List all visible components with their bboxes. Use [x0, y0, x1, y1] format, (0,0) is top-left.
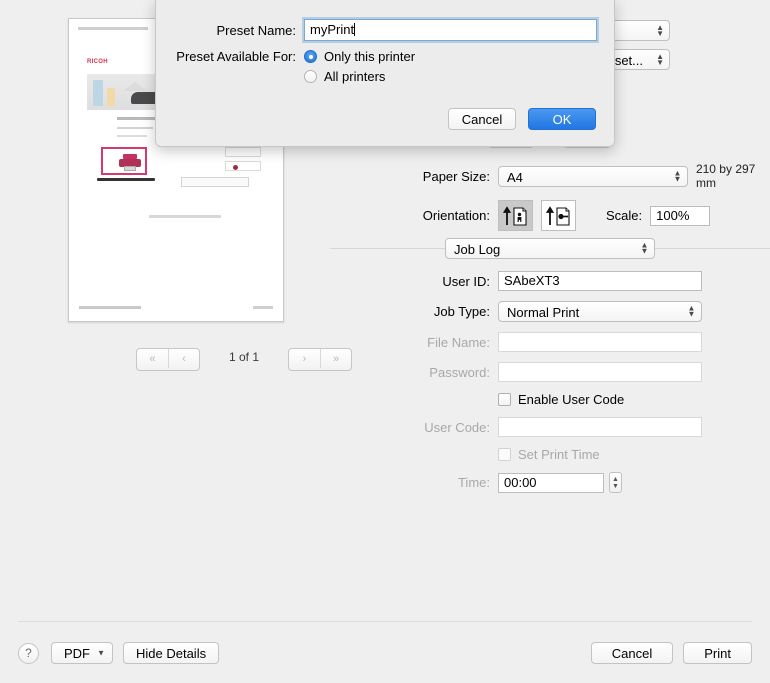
time-input[interactable]: 00:00	[498, 472, 604, 493]
cancel-button[interactable]: Cancel	[590, 642, 674, 664]
landscape-icon	[545, 205, 570, 226]
time-label: Time:	[457, 475, 490, 490]
set-print-time-row: Set Print Time	[330, 447, 770, 462]
enable-user-code-checkbox[interactable]	[498, 393, 511, 406]
file-name-label: File Name:	[427, 334, 490, 350]
chevron-down-icon: ▼	[612, 482, 619, 490]
preview-text-line	[117, 135, 147, 137]
preview-header-line	[78, 27, 148, 30]
job-type-row: Job Type: Normal Print ▲ ▼	[330, 301, 770, 322]
preview-footer-url	[79, 306, 141, 309]
preset-available-row: Preset Available For: Only this printer	[156, 49, 614, 64]
orientation-landscape-button[interactable]	[541, 200, 576, 231]
pdf-menu-button[interactable]: PDF ▼	[51, 642, 113, 664]
preset-name-input[interactable]: myPrint	[304, 19, 597, 41]
next-page-button[interactable]: ›	[289, 349, 320, 368]
time-row: Time: 00:00 ▲ ▼	[330, 472, 770, 493]
print-pane-popup[interactable]: Job Log ▲ ▼	[445, 237, 655, 259]
preview-side-box	[225, 147, 261, 157]
file-name-input	[498, 332, 702, 352]
user-id-label: User ID:	[442, 273, 490, 289]
radio-only-this-printer-label: Only this printer	[324, 49, 416, 64]
radio-all-printers[interactable]	[304, 70, 317, 83]
paper-size-row: Paper Size: A4 ▲ ▼ 210 by 297 mm	[330, 162, 770, 190]
help-button[interactable]: ?	[18, 642, 39, 664]
text-cursor	[354, 23, 356, 36]
preview-dot-marker	[233, 165, 238, 170]
scale-label: Scale:	[606, 208, 643, 223]
paper-size-label: Paper Size:	[422, 168, 490, 184]
dialog-bottom-bar: ? PDF ▼ Hide Details Cancel Print	[0, 636, 770, 670]
preview-footer-page	[253, 306, 273, 309]
radio-only-this-printer[interactable]	[304, 50, 317, 63]
preview-text-line	[117, 127, 153, 129]
radio-all-printers-label: All printers	[324, 69, 386, 84]
user-id-row: User ID: SAbeXT3	[330, 271, 770, 291]
save-preset-sheet: Preset Name: myPrint Preset Available Fo…	[155, 0, 615, 147]
job-type-label: Job Type:	[433, 304, 490, 319]
job-type-popup[interactable]: Normal Print ▲ ▼	[498, 301, 702, 322]
orientation-label: Orientation:	[422, 208, 490, 223]
preview-laptop-printer-illustration	[97, 147, 155, 183]
orientation-portrait-button[interactable]	[498, 200, 533, 231]
preview-brand-logo: RICOH	[87, 59, 108, 65]
time-stepper[interactable]: ▲ ▼	[609, 472, 622, 493]
preview-button-graphic	[181, 177, 249, 187]
preview-pagination: « ‹ 1 of 1 › »	[136, 348, 352, 371]
user-code-input	[498, 417, 702, 437]
chevron-updown-icon: ▲ ▼	[640, 240, 649, 255]
preview-copyright-line	[149, 215, 221, 218]
chevron-updown-icon: ▲ ▼	[687, 303, 696, 319]
enable-user-code-label: Enable User Code	[518, 392, 625, 407]
print-button[interactable]: Print	[683, 642, 752, 664]
pane-selector-row: Job Log ▲ ▼	[330, 237, 770, 259]
password-row: Password:	[330, 362, 770, 382]
preview-side-box	[225, 161, 261, 171]
bottom-divider	[18, 621, 752, 622]
preset-name-row: Preset Name: myPrint	[156, 19, 614, 41]
preset-available-label: Preset Available For:	[176, 49, 296, 64]
chevron-down-icon: ▼	[97, 648, 105, 658]
sheet-ok-button[interactable]: OK	[528, 108, 596, 130]
enable-user-code-row: Enable User Code	[330, 392, 770, 407]
file-name-row: File Name:	[330, 332, 770, 352]
paper-size-popup[interactable]: A4 ▲ ▼	[498, 165, 688, 187]
chevron-up-icon: ▲	[612, 475, 619, 483]
scale-input[interactable]: 100%	[650, 205, 711, 226]
all-printers-row: All printers	[156, 69, 614, 84]
hide-details-button[interactable]: Hide Details	[123, 642, 220, 664]
password-label: Password:	[429, 364, 490, 380]
user-code-label: User Code:	[424, 419, 490, 435]
portrait-icon	[502, 205, 527, 226]
printer-icon	[119, 154, 141, 172]
chevron-updown-icon: ▲ ▼	[673, 168, 682, 183]
user-code-row: User Code:	[330, 417, 770, 437]
preset-name-label: Preset Name:	[216, 22, 296, 38]
set-print-time-checkbox	[498, 448, 511, 461]
orientation-row: Orientation: Scale: 100%	[330, 200, 770, 231]
password-input	[498, 362, 702, 382]
paper-dimensions-hint: 210 by 297 mm	[695, 162, 756, 190]
set-print-time-label: Set Print Time	[518, 447, 600, 462]
sheet-cancel-button[interactable]: Cancel	[448, 108, 516, 130]
user-id-input[interactable]: SAbeXT3	[498, 271, 702, 291]
preset-name-value: myPrint	[310, 22, 355, 37]
sheet-button-group: Cancel OK	[448, 108, 596, 130]
